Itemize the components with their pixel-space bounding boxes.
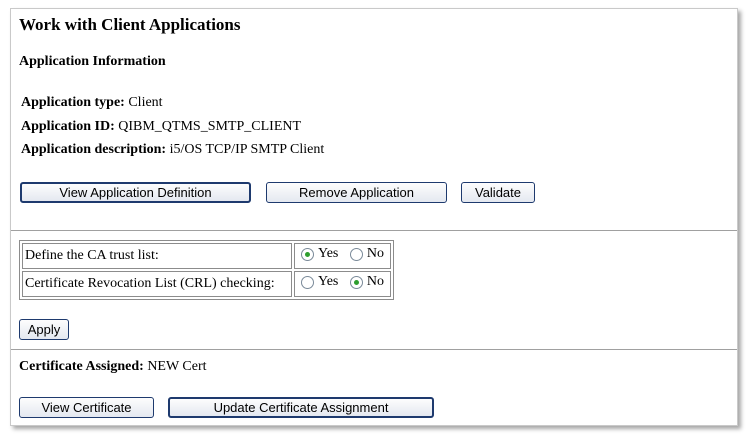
ca-trust-label: Define the CA trust list: [22, 243, 292, 269]
view-certificate-button[interactable]: View Certificate [19, 397, 154, 418]
application-type-row: Application type: Client [21, 95, 163, 111]
crl-yes-radio[interactable] [301, 275, 314, 289]
options-table: Define the CA trust list: Yes No Certifi… [19, 240, 394, 300]
application-type-value: Client [128, 95, 163, 110]
ca-trust-no-label: No [366, 246, 384, 262]
application-id-value: QIBM_QTMS_SMTP_CLIENT [118, 119, 302, 134]
view-application-definition-button[interactable]: View Application Definition [20, 182, 251, 203]
application-id-row: Application ID: QIBM_QTMS_SMTP_CLIENT [21, 119, 301, 135]
application-id-label: Application ID: [21, 119, 115, 134]
ca-trust-no-radio[interactable] [349, 247, 363, 261]
divider [11, 230, 737, 231]
ca-trust-no-option[interactable]: No [346, 246, 384, 262]
application-description-value: i5/OS TCP/IP SMTP Client [169, 142, 325, 157]
ca-trust-radio-group: Yes No [294, 243, 391, 269]
ca-trust-yes-label: Yes [318, 246, 339, 262]
crl-yes-option[interactable]: Yes [297, 274, 338, 290]
crl-no-label: No [366, 274, 384, 290]
ca-trust-row: Define the CA trust list: Yes No [22, 243, 391, 269]
application-description-row: Application description: i5/OS TCP/IP SM… [21, 142, 324, 158]
divider [11, 349, 737, 350]
crl-no-radio[interactable] [349, 275, 363, 289]
crl-no-option[interactable]: No [346, 274, 384, 290]
crl-radio-group: Yes No [294, 271, 391, 297]
application-panel: Work with Client Applications Applicatio… [10, 8, 738, 426]
remove-application-button[interactable]: Remove Application [266, 182, 447, 203]
crl-label: Certificate Revocation List (CRL) checki… [22, 271, 292, 297]
apply-button[interactable]: Apply [19, 319, 69, 340]
ca-trust-yes-option[interactable]: Yes [297, 246, 338, 262]
certificate-assigned-label: Certificate Assigned: [19, 359, 144, 374]
certificate-assigned-row: Certificate Assigned: NEW Cert [19, 359, 207, 375]
page-title: Work with Client Applications [19, 15, 241, 34]
crl-yes-label: Yes [318, 274, 339, 290]
crl-row: Certificate Revocation List (CRL) checki… [22, 271, 391, 297]
validate-button[interactable]: Validate [461, 182, 535, 203]
ca-trust-yes-radio[interactable] [301, 247, 314, 261]
certificate-assigned-value: NEW Cert [147, 359, 207, 374]
section-heading-application-information: Application Information [19, 54, 166, 69]
update-certificate-assignment-button[interactable]: Update Certificate Assignment [168, 397, 434, 418]
application-type-label: Application type: [21, 95, 125, 110]
application-description-label: Application description: [21, 142, 167, 157]
